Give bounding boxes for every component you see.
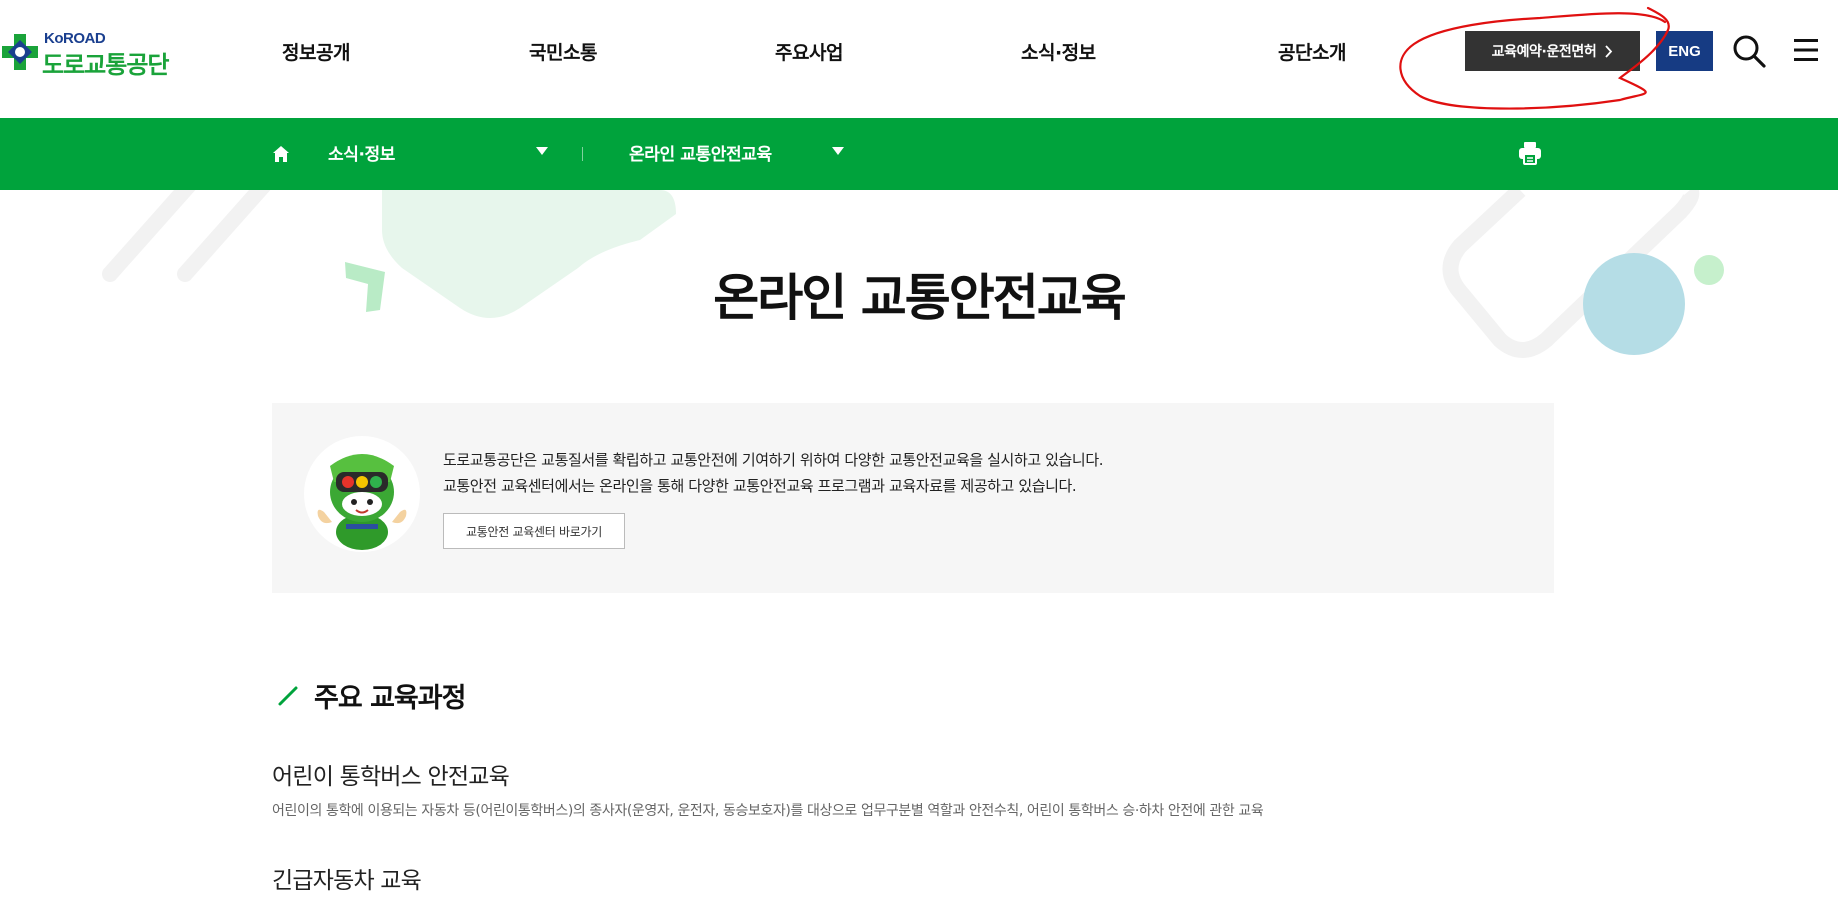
intro-line-2: 교통안전 교육센터에서는 온라인을 통해 다양한 교통안전교육 프로그램과 교육…	[443, 477, 1077, 495]
education-reservation-button[interactable]: 교육예약·운전면허	[1465, 31, 1640, 71]
nav-item-news-info[interactable]: 소식·정보	[1021, 38, 1096, 65]
caret-down-icon	[832, 147, 844, 155]
green-slash-icon	[278, 686, 298, 705]
mascot-character-image	[304, 436, 420, 552]
intro-line-1: 도로교통공단은 교통질서를 확립하고 교통안전에 기여하기 위하여 다양한 교통…	[443, 451, 1104, 469]
section-title-text: 주요 교육과정	[314, 683, 466, 714]
course-title: 긴급자동차 교육	[272, 868, 422, 894]
course-title: 어린이 통학버스 안전교육	[272, 764, 510, 790]
page-title: 온라인 교통안전교육	[713, 269, 1126, 327]
section-heading: 주요 교육과정	[276, 676, 466, 715]
education-reservation-label: 교육예약·운전면허	[1491, 44, 1597, 60]
english-language-button[interactable]: ENG	[1656, 31, 1713, 71]
intro-box: 도로교통공단은 교통질서를 확립하고 교통안전에 기여하기 위하여 다양한 교통…	[272, 403, 1554, 593]
course-description: 어린이의 통학에 이용되는 자동차 등(어린이통학버스)의 종사자(운영자, 운…	[272, 803, 1264, 819]
caret-down-icon	[536, 147, 548, 155]
nav-item-info-disclosure[interactable]: 정보공개	[282, 38, 350, 65]
chevron-right-icon	[1605, 44, 1613, 58]
intro-description: 도로교통공단은 교통질서를 확립하고 교통안전에 기여하기 위하여 다양한 교통…	[443, 447, 1103, 499]
site-header: KoROAD 도로교통공단 정보공개 국민소통 주요사업 소식·정보 공단소개 …	[0, 0, 1838, 118]
nav-item-communication[interactable]: 국민소통	[529, 38, 597, 65]
location-depth2-label: 온라인 교통안전교육	[629, 145, 772, 165]
location-depth1-label: 소식·정보	[328, 145, 396, 165]
location-separator	[582, 147, 583, 161]
nav-item-main-projects[interactable]: 주요사업	[775, 38, 843, 65]
location-bar: 소식·정보 온라인 교통안전교육	[0, 118, 1838, 190]
location-depth1-dropdown[interactable]: 소식·정보	[328, 140, 548, 168]
nav-item-about[interactable]: 공단소개	[1278, 38, 1346, 65]
english-language-label: ENG	[1668, 42, 1701, 60]
hamburger-menu-icon[interactable]	[1792, 36, 1820, 64]
print-icon[interactable]	[1517, 140, 1543, 166]
mascot-illustration-icon	[317, 454, 407, 550]
home-icon[interactable]	[271, 144, 291, 164]
education-center-link-button[interactable]: 교통안전 교육센터 바로가기	[443, 513, 625, 549]
search-icon[interactable]	[1732, 34, 1766, 68]
location-depth2-dropdown[interactable]: 온라인 교통안전교육	[629, 140, 844, 168]
